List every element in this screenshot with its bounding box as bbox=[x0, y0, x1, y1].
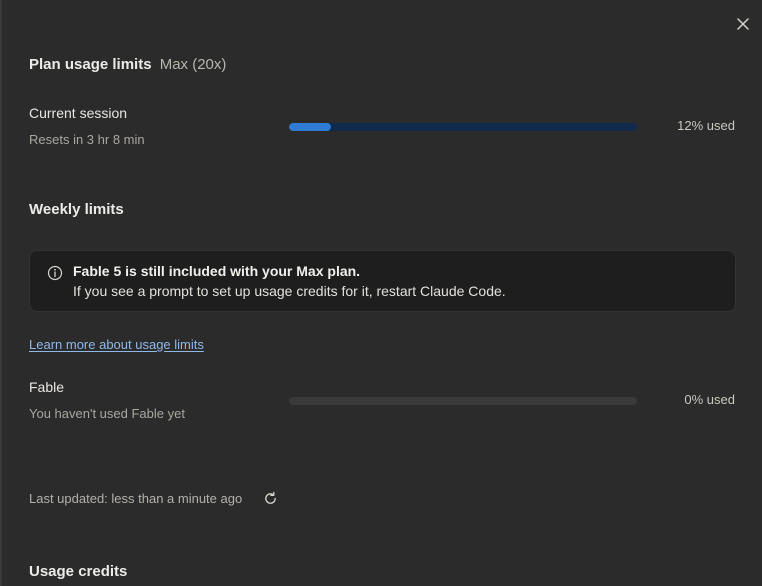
current-session-label: Current session bbox=[29, 105, 128, 121]
refresh-icon[interactable] bbox=[263, 491, 278, 506]
plan-title-text: Plan usage limits bbox=[29, 56, 152, 73]
usage-panel: Plan usage limits Max (20x) Current sess… bbox=[0, 0, 762, 586]
usage-credits-title: Usage credits bbox=[29, 563, 128, 580]
notice-body: If you see a prompt to set up usage cred… bbox=[73, 283, 506, 299]
fable-subtext: You haven't used Fable yet bbox=[29, 406, 185, 421]
close-icon bbox=[737, 18, 749, 30]
weekly-limits-title: Weekly limits bbox=[29, 201, 124, 218]
info-notice: Fable 5 is still included with your Max … bbox=[29, 250, 736, 312]
plan-usage-title: Plan usage limits Max (20x) bbox=[29, 56, 226, 73]
fable-progress-bar bbox=[289, 397, 637, 405]
fable-label: Fable bbox=[29, 379, 65, 395]
last-updated-text: Last updated: less than a minute ago bbox=[29, 491, 243, 506]
info-icon bbox=[47, 265, 63, 281]
learn-more-link[interactable]: Learn more about usage limits bbox=[29, 337, 204, 352]
plan-badge: Max (20x) bbox=[159, 56, 227, 73]
notice-title: Fable 5 is still included with your Max … bbox=[73, 263, 361, 279]
current-session-progress-fill bbox=[289, 123, 331, 131]
close-button[interactable] bbox=[735, 16, 751, 32]
current-session-reset: Resets in 3 hr 8 min bbox=[29, 132, 145, 147]
fable-used-text: 0% used bbox=[684, 392, 735, 407]
current-session-used-text: 12% used bbox=[677, 118, 735, 133]
current-session-progress-bar bbox=[289, 123, 637, 131]
